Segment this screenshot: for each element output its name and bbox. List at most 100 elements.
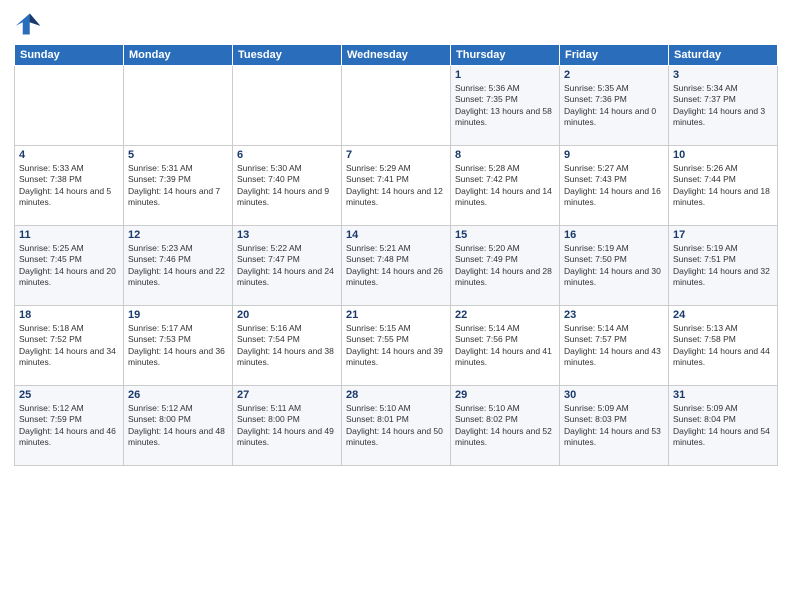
day-number: 3 [673,69,773,81]
cell-info: Sunrise: 5:09 AM Sunset: 8:04 PM Dayligh… [673,403,773,449]
day-number: 11 [19,229,119,241]
col-header-saturday: Saturday [669,45,778,66]
col-header-thursday: Thursday [451,45,560,66]
logo [14,10,46,38]
cell-info: Sunrise: 5:25 AM Sunset: 7:45 PM Dayligh… [19,243,119,289]
cell-info: Sunrise: 5:34 AM Sunset: 7:37 PM Dayligh… [673,83,773,129]
day-number: 19 [128,309,228,321]
cell-info: Sunrise: 5:09 AM Sunset: 8:03 PM Dayligh… [564,403,664,449]
cell-info: Sunrise: 5:35 AM Sunset: 7:36 PM Dayligh… [564,83,664,129]
day-number: 10 [673,149,773,161]
day-cell: 26 Sunrise: 5:12 AM Sunset: 8:00 PM Dayli… [124,386,233,466]
week-row-5: 25 Sunrise: 5:12 AM Sunset: 7:59 PM Dayli… [15,386,778,466]
calendar-table: SundayMondayTuesdayWednesdayThursdayFrid… [14,44,778,466]
day-cell: 15 Sunrise: 5:20 AM Sunset: 7:49 PM Dayli… [451,226,560,306]
day-number: 28 [346,389,446,401]
day-number: 22 [455,309,555,321]
day-cell: 18 Sunrise: 5:18 AM Sunset: 7:52 PM Dayli… [15,306,124,386]
day-number: 8 [455,149,555,161]
cell-info: Sunrise: 5:14 AM Sunset: 7:56 PM Dayligh… [455,323,555,369]
day-number: 2 [564,69,664,81]
cell-info: Sunrise: 5:18 AM Sunset: 7:52 PM Dayligh… [19,323,119,369]
header [14,10,778,38]
day-cell: 23 Sunrise: 5:14 AM Sunset: 7:57 PM Dayli… [560,306,669,386]
day-number: 12 [128,229,228,241]
day-cell: 22 Sunrise: 5:14 AM Sunset: 7:56 PM Dayli… [451,306,560,386]
header-row: SundayMondayTuesdayWednesdayThursdayFrid… [15,45,778,66]
cell-info: Sunrise: 5:26 AM Sunset: 7:44 PM Dayligh… [673,163,773,209]
day-number: 6 [237,149,337,161]
day-number: 27 [237,389,337,401]
week-row-3: 11 Sunrise: 5:25 AM Sunset: 7:45 PM Dayli… [15,226,778,306]
cell-info: Sunrise: 5:20 AM Sunset: 7:49 PM Dayligh… [455,243,555,289]
day-number: 15 [455,229,555,241]
cell-info: Sunrise: 5:28 AM Sunset: 7:42 PM Dayligh… [455,163,555,209]
day-number: 16 [564,229,664,241]
cell-info: Sunrise: 5:14 AM Sunset: 7:57 PM Dayligh… [564,323,664,369]
week-row-4: 18 Sunrise: 5:18 AM Sunset: 7:52 PM Dayli… [15,306,778,386]
cell-info: Sunrise: 5:33 AM Sunset: 7:38 PM Dayligh… [19,163,119,209]
day-cell: 13Sunrise: 5:22 AM Sunset: 7:47 PM Dayli… [233,226,342,306]
day-cell: 1 Sunrise: 5:36 AM Sunset: 7:35 PM Daylig… [451,66,560,146]
cell-info: Sunrise: 5:23 AM Sunset: 7:46 PM Dayligh… [128,243,228,289]
col-header-wednesday: Wednesday [342,45,451,66]
day-number: 7 [346,149,446,161]
day-cell: 21Sunrise: 5:15 AM Sunset: 7:55 PM Dayli… [342,306,451,386]
cell-info: Sunrise: 5:11 AM Sunset: 8:00 PM Dayligh… [237,403,337,449]
cell-info: Sunrise: 5:15 AM Sunset: 7:55 PM Dayligh… [346,323,446,369]
week-row-2: 4Sunrise: 5:33 AM Sunset: 7:38 PM Daylig… [15,146,778,226]
day-number: 17 [673,229,773,241]
day-cell: 2 Sunrise: 5:35 AM Sunset: 7:36 PM Daylig… [560,66,669,146]
day-cell: 25 Sunrise: 5:12 AM Sunset: 7:59 PM Dayli… [15,386,124,466]
cell-info: Sunrise: 5:10 AM Sunset: 8:02 PM Dayligh… [455,403,555,449]
day-number: 31 [673,389,773,401]
day-cell: 27 Sunrise: 5:11 AM Sunset: 8:00 PM Dayli… [233,386,342,466]
day-number: 14 [346,229,446,241]
day-number: 9 [564,149,664,161]
day-cell: 30 Sunrise: 5:09 AM Sunset: 8:03 PM Dayli… [560,386,669,466]
day-cell: 12 Sunrise: 5:23 AM Sunset: 7:46 PM Dayli… [124,226,233,306]
day-cell: 9 Sunrise: 5:27 AM Sunset: 7:43 PM Daylig… [560,146,669,226]
day-cell: 19 Sunrise: 5:17 AM Sunset: 7:53 PM Dayli… [124,306,233,386]
day-number: 1 [455,69,555,81]
day-cell: 11 Sunrise: 5:25 AM Sunset: 7:45 PM Dayli… [15,226,124,306]
day-cell: 4Sunrise: 5:33 AM Sunset: 7:38 PM Daylig… [15,146,124,226]
day-cell [233,66,342,146]
cell-info: Sunrise: 5:13 AM Sunset: 7:58 PM Dayligh… [673,323,773,369]
day-number: 29 [455,389,555,401]
cell-info: Sunrise: 5:31 AM Sunset: 7:39 PM Dayligh… [128,163,228,209]
day-number: 24 [673,309,773,321]
cell-info: Sunrise: 5:17 AM Sunset: 7:53 PM Dayligh… [128,323,228,369]
day-cell: 8 Sunrise: 5:28 AM Sunset: 7:42 PM Daylig… [451,146,560,226]
cell-info: Sunrise: 5:16 AM Sunset: 7:54 PM Dayligh… [237,323,337,369]
day-cell: 17 Sunrise: 5:19 AM Sunset: 7:51 PM Dayli… [669,226,778,306]
day-number: 18 [19,309,119,321]
day-cell: 14Sunrise: 5:21 AM Sunset: 7:48 PM Dayli… [342,226,451,306]
col-header-friday: Friday [560,45,669,66]
day-number: 20 [237,309,337,321]
day-cell: 10 Sunrise: 5:26 AM Sunset: 7:44 PM Dayli… [669,146,778,226]
cell-info: Sunrise: 5:12 AM Sunset: 8:00 PM Dayligh… [128,403,228,449]
cell-info: Sunrise: 5:27 AM Sunset: 7:43 PM Dayligh… [564,163,664,209]
day-cell: 28Sunrise: 5:10 AM Sunset: 8:01 PM Dayli… [342,386,451,466]
day-cell [15,66,124,146]
day-cell [124,66,233,146]
cell-info: Sunrise: 5:30 AM Sunset: 7:40 PM Dayligh… [237,163,337,209]
logo-icon [14,10,42,38]
day-number: 23 [564,309,664,321]
page: SundayMondayTuesdayWednesdayThursdayFrid… [0,0,792,612]
day-cell: 16Sunrise: 5:19 AM Sunset: 7:50 PM Dayli… [560,226,669,306]
day-cell: 31 Sunrise: 5:09 AM Sunset: 8:04 PM Dayli… [669,386,778,466]
day-cell: 7 Sunrise: 5:29 AM Sunset: 7:41 PM Daylig… [342,146,451,226]
day-number: 30 [564,389,664,401]
cell-info: Sunrise: 5:36 AM Sunset: 7:35 PM Dayligh… [455,83,555,129]
cell-info: Sunrise: 5:19 AM Sunset: 7:51 PM Dayligh… [673,243,773,289]
day-cell: 20 Sunrise: 5:16 AM Sunset: 7:54 PM Dayli… [233,306,342,386]
day-number: 26 [128,389,228,401]
day-cell: 5Sunrise: 5:31 AM Sunset: 7:39 PM Daylig… [124,146,233,226]
day-cell [342,66,451,146]
cell-info: Sunrise: 5:12 AM Sunset: 7:59 PM Dayligh… [19,403,119,449]
cell-info: Sunrise: 5:29 AM Sunset: 7:41 PM Dayligh… [346,163,446,209]
day-number: 25 [19,389,119,401]
day-cell: 3 Sunrise: 5:34 AM Sunset: 7:37 PM Daylig… [669,66,778,146]
